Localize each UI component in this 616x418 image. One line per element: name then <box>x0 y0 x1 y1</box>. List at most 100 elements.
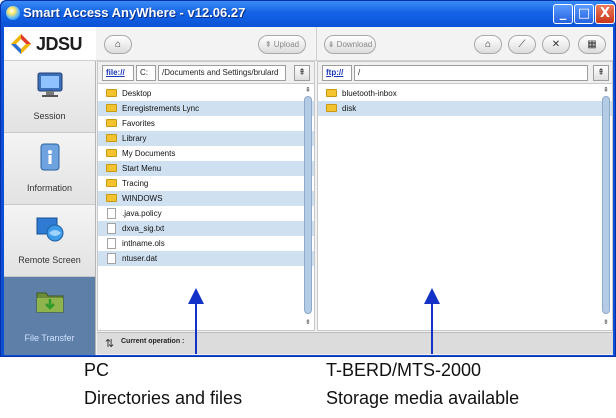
toolbar: ⌂ ⇞ Upload ⇟ Download ⌂ ⟋ ✕ ▦ <box>96 27 613 61</box>
download-button[interactable]: ⇟ Download <box>324 35 376 54</box>
folder-row[interactable]: Tracing <box>98 176 314 191</box>
folder-row[interactable]: WINDOWS <box>98 191 314 206</box>
pc-arrow-line <box>195 302 197 354</box>
folder-row[interactable]: disk <box>318 101 612 116</box>
sidebar-item-label: Information <box>26 183 73 193</box>
local-go-up-button[interactable]: ⇞ <box>294 65 310 81</box>
row-label: intlname.ols <box>122 239 165 248</box>
local-file-pane: file:// C: /Documents and Settings/brula… <box>97 61 315 331</box>
file-icon <box>107 253 116 264</box>
local-protocol-field[interactable]: file:// <box>102 65 134 81</box>
download-icon: ⇟ <box>327 40 337 49</box>
remote-path-field[interactable]: / <box>354 65 588 81</box>
scroll-up-icon[interactable]: ⇞ <box>601 86 611 94</box>
jdsu-logo-icon <box>11 34 31 54</box>
home-icon: ⌂ <box>114 39 122 50</box>
scroll-down-icon[interactable]: ⇟ <box>303 318 313 326</box>
local-scrollbar[interactable]: ⇞ ⇟ <box>303 86 313 326</box>
row-label: disk <box>342 104 357 113</box>
row-label: bluetooth-inbox <box>342 89 397 98</box>
sidebar: Session Information Remote Screen File T… <box>4 61 96 355</box>
sidebar-item-remote-screen[interactable]: Remote Screen <box>4 205 95 277</box>
row-label: Library <box>122 134 147 143</box>
close-button[interactable]: X <box>595 4 615 24</box>
transfer-icon: ⇅ <box>105 337 115 350</box>
row-label: Start Menu <box>122 164 162 173</box>
upload-label: Upload <box>273 40 300 49</box>
folder-row[interactable]: My Documents <box>98 146 314 161</box>
remote-go-up-button[interactable]: ⇞ <box>593 65 609 81</box>
device-arrow-line <box>431 302 433 354</box>
remote-home-button[interactable]: ⌂ <box>474 35 502 54</box>
network-icon: ▦ <box>587 39 597 50</box>
folder-transfer-icon <box>36 292 64 313</box>
row-label: dxva_sig.txt <box>122 224 165 233</box>
settings-button[interactable]: ⟋ <box>508 35 536 54</box>
status-bar: ⇅ Current operation : <box>97 332 613 354</box>
folder-row[interactable]: bluetooth-inbox <box>318 86 612 101</box>
wrench-icon: ⟋ <box>518 39 526 50</box>
upload-icon: ⇞ <box>264 40 274 49</box>
folder-row[interactable]: Enregistrements Lync <box>98 101 314 116</box>
folder-row[interactable]: Favorites <box>98 116 314 131</box>
sidebar-item-file-transfer[interactable]: File Transfer <box>4 277 95 355</box>
file-row[interactable]: dxva_sig.txt <box>98 221 314 236</box>
network-button[interactable]: ▦ <box>578 35 606 54</box>
file-row[interactable]: intlname.ols <box>98 236 314 251</box>
scroll-down-icon[interactable]: ⇟ <box>601 318 611 326</box>
sidebar-item-label: Remote Screen <box>18 255 81 265</box>
row-label: WINDOWS <box>122 194 163 203</box>
sidebar-item-information[interactable]: Information <box>4 133 95 205</box>
local-file-list: Desktop Enregistrements Lync Favorites Libr… <box>98 86 314 266</box>
remote-protocol-field[interactable]: ftp:// <box>322 65 352 81</box>
row-label: .java.policy <box>122 209 162 218</box>
go-up-icon: ⇞ <box>597 68 605 78</box>
folder-row[interactable]: Library <box>98 131 314 146</box>
row-label: ntuser.dat <box>122 254 158 263</box>
folder-row[interactable]: Desktop <box>98 86 314 101</box>
pc-caption: PC <box>84 360 110 380</box>
remote-file-pane: ftp:// / ⇞ bluetooth-inbox disk ⇞ ⇟ <box>317 61 613 331</box>
local-drive-field[interactable]: C: <box>136 65 156 81</box>
scroll-thumb[interactable] <box>304 96 312 314</box>
sidebar-item-session[interactable]: Session <box>4 61 95 133</box>
scroll-thumb[interactable] <box>602 96 610 314</box>
row-label: Enregistrements Lync <box>122 104 200 113</box>
folder-icon <box>326 104 337 112</box>
folder-icon <box>106 164 117 172</box>
row-label: My Documents <box>122 149 176 158</box>
minimize-button[interactable]: _ <box>553 4 573 24</box>
cancel-button[interactable]: ✕ <box>542 35 570 54</box>
maximize-button[interactable]: □ <box>574 4 594 24</box>
file-icon <box>107 238 116 249</box>
file-row[interactable]: ntuser.dat <box>98 251 314 266</box>
remote-protocol: ftp:// <box>326 68 344 77</box>
app-window: Smart Access AnyWhere - v12.06.27 _ □ X … <box>0 0 616 357</box>
download-label: Download <box>336 40 373 49</box>
device-caption-detail: Storage media available <box>326 388 520 408</box>
file-icon <box>107 223 116 234</box>
local-path-bar: file:// C: /Documents and Settings/brula… <box>98 62 314 84</box>
scroll-up-icon[interactable]: ⇞ <box>303 86 313 94</box>
title-bar[interactable]: Smart Access AnyWhere - v12.06.27 _ □ X <box>1 1 615 27</box>
remote-screen-icon <box>36 217 64 242</box>
local-protocol: file:// <box>106 68 125 77</box>
home-icon: ⌂ <box>484 39 492 50</box>
folder-icon <box>106 89 117 97</box>
folder-row[interactable]: Start Menu <box>98 161 314 176</box>
local-path-field[interactable]: /Documents and Settings/brulard <box>158 65 286 81</box>
row-label: Desktop <box>122 89 152 98</box>
folder-icon <box>106 104 117 112</box>
file-row[interactable]: .java.policy <box>98 206 314 221</box>
file-icon <box>107 208 116 219</box>
row-label: Favorites <box>122 119 155 128</box>
remote-path-bar: ftp:// / ⇞ <box>318 62 612 84</box>
remote-scrollbar[interactable]: ⇞ ⇟ <box>601 86 611 326</box>
brand-logo: JDSU <box>4 27 96 61</box>
folder-icon <box>106 149 117 157</box>
local-home-button[interactable]: ⌂ <box>104 35 132 54</box>
folder-icon <box>106 179 117 187</box>
sidebar-item-label: Session <box>33 111 66 121</box>
upload-button[interactable]: ⇞ Upload <box>258 35 306 54</box>
go-up-icon: ⇞ <box>298 68 306 78</box>
